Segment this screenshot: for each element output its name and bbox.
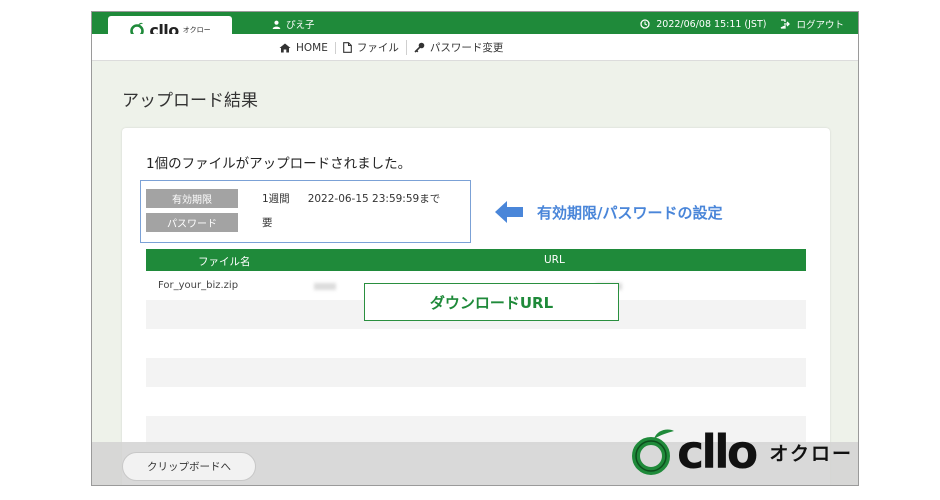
expiry-period: 1週間 (262, 193, 290, 205)
file-icon (343, 42, 352, 53)
nav-password[interactable]: パスワード変更 (407, 40, 511, 55)
brand-kana: オクロー (769, 442, 854, 465)
file-name: For_your_biz.zip (158, 280, 239, 291)
nav-file[interactable]: ファイル (336, 40, 407, 55)
top-bar: cllo オクロー ぴえ子 2022/06/08 15:11 (JST) ログア… (92, 12, 858, 44)
table-header: ファイル名 URL (146, 249, 806, 271)
brand-logo: cllo オクロー (627, 427, 853, 477)
user-name: ぴえ子 (286, 20, 315, 31)
nav-home[interactable]: HOME (272, 41, 336, 54)
column-filename: ファイル名 (198, 256, 251, 268)
user-icon (272, 20, 281, 29)
url-blurred-start (314, 283, 336, 290)
expiry-password-annotation: 有効期限/パスワードの設定 (495, 201, 722, 223)
key-icon (414, 42, 425, 53)
brand-wordmark: cllo (677, 425, 758, 479)
brand-o-icon (632, 429, 674, 475)
table-row (146, 329, 806, 358)
clipboard-button[interactable]: クリップボードへ (122, 452, 256, 481)
table-row (146, 358, 806, 387)
annotation-text: 有効期限/パスワードの設定 (537, 203, 723, 222)
expiry-date: 2022-06-15 23:59:59まで (307, 193, 441, 205)
table-row (146, 387, 806, 416)
expiry-row: 有効期限 1週間 2022-06-15 23:59:59まで (146, 189, 440, 208)
current-datetime: 2022/06/08 15:11 (JST) (656, 18, 767, 30)
home-icon (279, 43, 291, 52)
password-row: パスワード 要 (146, 213, 273, 232)
file-table: ファイル名 URL For_your_biz.zip (146, 249, 806, 445)
logout-icon (780, 19, 791, 29)
user-menu[interactable]: ぴえ子 (272, 17, 315, 31)
logout-link[interactable]: ログアウト (796, 17, 844, 31)
password-label: パスワード (146, 213, 238, 232)
download-url-annotation: ダウンロードURL (364, 283, 619, 321)
arrow-left-icon (495, 201, 523, 223)
top-bar-right: 2022/06/08 15:11 (JST) ログアウト (640, 17, 844, 31)
password-value: 要 (262, 217, 273, 229)
column-url: URL (544, 254, 565, 266)
expiry-password-box: 有効期限 1週間 2022-06-15 23:59:59まで パスワード 要 (140, 180, 471, 243)
nav-file-label: ファイル (356, 42, 399, 54)
nav-home-label: HOME (296, 41, 328, 54)
main-nav: HOME ファイル パスワード変更 (272, 40, 510, 55)
nav-password-label: パスワード変更 (429, 42, 504, 54)
clock-icon (640, 19, 650, 29)
expiry-label: 有効期限 (146, 189, 238, 208)
page-title: アップロード結果 (122, 91, 258, 111)
nav-bar: HOME ファイル パスワード変更 (92, 34, 858, 61)
upload-message: 1個のファイルがアップロードされました。 (146, 156, 412, 172)
browser-screenshot: cllo オクロー ぴえ子 2022/06/08 15:11 (JST) ログア… (91, 11, 859, 486)
